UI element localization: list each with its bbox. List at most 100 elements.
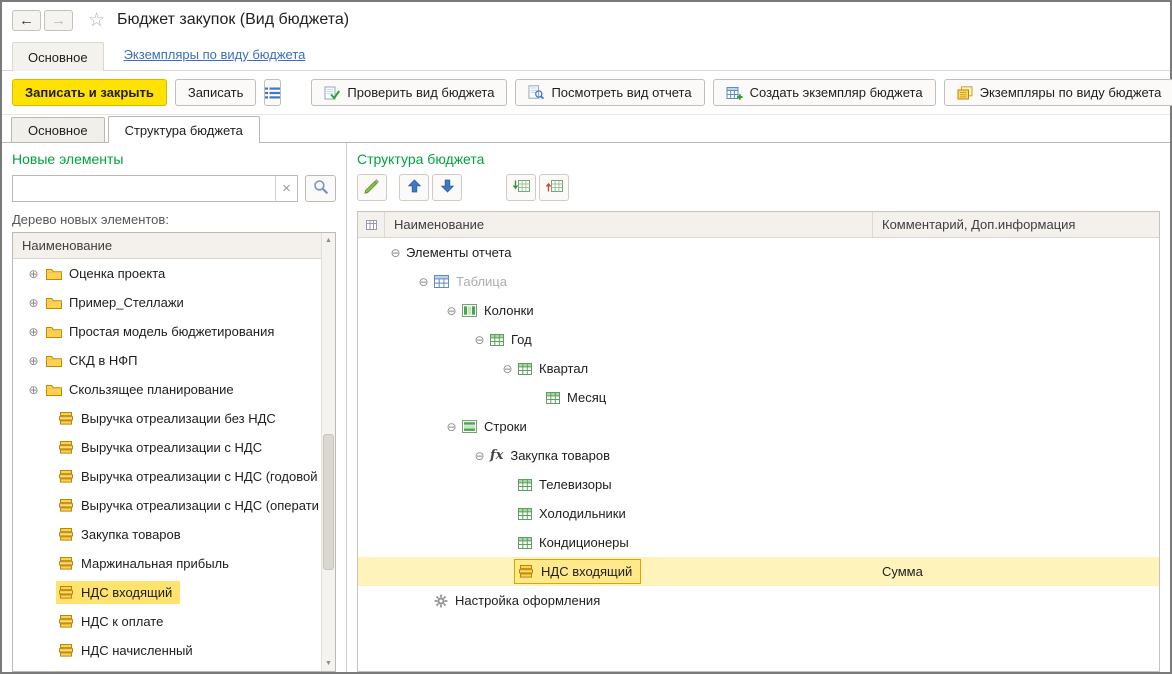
structure-row-label: Год xyxy=(511,332,532,347)
structure-row[interactable]: Месяц xyxy=(358,383,1159,412)
structure-row-label: Элементы отчета xyxy=(406,245,512,260)
element-icon xyxy=(58,470,74,483)
structure-table-header: Наименование Комментарий, Доп.информация xyxy=(358,212,1159,238)
scroll-thumb[interactable] xyxy=(323,434,334,571)
collapse-icon[interactable]: ⊖ xyxy=(472,449,487,463)
titlebar: ← → ☆ Бюджет закупок (Вид бюджета) xyxy=(2,2,1170,38)
create-instance-button[interactable]: Создать экземпляр бюджета xyxy=(712,79,936,106)
search-button[interactable] xyxy=(305,175,336,202)
move-down-button[interactable] xyxy=(432,174,462,201)
scroll-up-icon[interactable]: ▲ xyxy=(322,234,335,247)
structure-row[interactable]: ⊖ Квартал xyxy=(358,354,1159,383)
fx-icon: fx xyxy=(490,448,504,463)
collapse-all-button[interactable] xyxy=(539,174,569,201)
collapse-icon[interactable]: ⊖ xyxy=(444,304,459,318)
view-report-button[interactable]: Посмотреть вид отчета xyxy=(515,79,705,106)
page-tabs: Основное Структура бюджета xyxy=(2,115,1170,143)
collapse-icon[interactable]: ⊖ xyxy=(416,275,431,289)
scroll-down-icon[interactable]: ▼ xyxy=(322,657,335,670)
grid-icon xyxy=(518,536,532,549)
save-button[interactable]: Записать xyxy=(174,79,257,106)
structure-table-body: ⊖ Элементы отчета ⊖ Таблица ⊖ Колонки ⊖ Год ⊖ Ква… xyxy=(358,238,1159,671)
element-icon xyxy=(58,557,74,570)
structure-row[interactable]: ⊖ Элементы отчета xyxy=(358,238,1159,267)
instances-button[interactable]: Экземпляры по виду бюджета xyxy=(943,79,1172,106)
structure-row-comment: Сумма xyxy=(882,564,923,579)
check-budget-label: Проверить вид бюджета xyxy=(347,85,495,100)
magnifier-icon xyxy=(313,179,329,198)
structure-row[interactable]: Холодильники xyxy=(358,499,1159,528)
left-tree-item[interactable]: Закупка товаров xyxy=(13,520,321,549)
check-budget-button[interactable]: Проверить вид бюджета xyxy=(311,79,508,106)
nav-tab-main[interactable]: Основное xyxy=(12,42,104,71)
column-header-comment: Комментарий, Доп.информация xyxy=(882,217,1076,232)
left-tree-item[interactable]: ⊕ Пример_Стеллажи xyxy=(13,288,321,317)
check-budget-icon xyxy=(324,86,341,100)
tab-main[interactable]: Основное xyxy=(11,117,105,142)
collapse-all-icon xyxy=(545,179,563,196)
left-panel-title: Новые элементы xyxy=(12,151,124,167)
view-report-label: Посмотреть вид отчета xyxy=(551,85,692,100)
left-tree-item[interactable]: ⊕ Скользящее планирование xyxy=(13,375,321,404)
star-icon[interactable]: ☆ xyxy=(88,9,105,32)
left-tree-item[interactable]: ⊕ Оценка проекта xyxy=(13,259,321,288)
save-close-button[interactable]: Записать и закрыть xyxy=(12,79,167,106)
structure-row[interactable]: ⊖ Год xyxy=(358,325,1159,354)
left-tree-scrollbar[interactable]: ▲ ▼ xyxy=(321,233,335,671)
header-grid-icon xyxy=(358,212,385,237)
grid-icon xyxy=(518,507,532,520)
left-tree-item[interactable]: Выручка отреализации с НДС (годовой xyxy=(13,462,321,491)
edit-button[interactable] xyxy=(357,174,387,201)
structure-row[interactable]: ⊖ Строки xyxy=(358,412,1159,441)
expand-icon[interactable]: ⊕ xyxy=(26,383,41,397)
structure-row[interactable]: Настройка оформления xyxy=(358,586,1159,615)
tree-item-label: Пример_Стеллажи xyxy=(69,295,184,310)
rows-icon xyxy=(462,420,477,433)
left-tree-item[interactable]: НДС к оплате xyxy=(13,607,321,636)
collapse-icon[interactable]: ⊖ xyxy=(444,420,459,434)
expand-icon[interactable]: ⊕ xyxy=(26,325,41,339)
search-input[interactable] xyxy=(13,181,275,196)
structure-row-label: Холодильники xyxy=(539,506,626,521)
expand-all-button[interactable] xyxy=(506,174,536,201)
structure-row[interactable]: НДС входящий Сумма xyxy=(358,557,1159,586)
expand-icon[interactable]: ⊕ xyxy=(26,354,41,368)
structure-row[interactable]: ⊖ fx Закупка товаров xyxy=(358,441,1159,470)
structure-row-label: Квартал xyxy=(539,361,589,376)
move-up-button[interactable] xyxy=(399,174,429,201)
forward-button[interactable]: → xyxy=(44,9,73,31)
instances-link[interactable]: Экземпляры по виду бюджета xyxy=(124,47,306,62)
content-area: Новые элементы × Дерево новых элементов:… xyxy=(2,142,1170,672)
structure-row[interactable]: Телевизоры xyxy=(358,470,1159,499)
budget-structure-panel: Структура бюджета Наименование Комментар… xyxy=(347,143,1170,672)
collapse-icon[interactable]: ⊖ xyxy=(472,333,487,347)
arrow-down-icon xyxy=(440,179,454,196)
structure-row[interactable]: ⊖ Таблица xyxy=(358,267,1159,296)
left-tree-item[interactable]: Выручка отреализации с НДС xyxy=(13,433,321,462)
expand-icon[interactable]: ⊕ xyxy=(26,267,41,281)
left-tree-item[interactable]: Выручка отреализации с НДС (операти xyxy=(13,491,321,520)
left-tree-item[interactable]: Маржинальная прибыль xyxy=(13,549,321,578)
clear-icon[interactable]: × xyxy=(275,176,297,201)
left-tree-item[interactable]: НДС начисленный xyxy=(13,636,321,665)
left-tree-item[interactable]: ⊕ Простая модель бюджетирования xyxy=(13,317,321,346)
tab-budget-structure[interactable]: Структура бюджета xyxy=(107,116,260,143)
structure-row[interactable]: ⊖ Колонки xyxy=(358,296,1159,325)
navigation-row: Основное Экземпляры по виду бюджета xyxy=(2,38,1170,71)
left-tree-item[interactable]: Выручка отреализации без НДС xyxy=(13,404,321,433)
back-button[interactable]: ← xyxy=(12,9,41,31)
structure-row-label: Кондиционеры xyxy=(539,535,629,550)
column-header-name: Наименование xyxy=(385,212,873,237)
left-tree-body: ⊕ Оценка проекта ⊕ Пример_Стеллажи ⊕ Простая … xyxy=(13,259,321,671)
expand-icon[interactable]: ⊕ xyxy=(26,296,41,310)
selected-cell[interactable]: НДС входящий xyxy=(514,559,642,584)
collapse-icon[interactable]: ⊖ xyxy=(500,362,515,376)
left-tree-item[interactable]: НДС входящий xyxy=(13,578,321,607)
structure-row[interactable]: Кондиционеры xyxy=(358,528,1159,557)
collapse-icon[interactable]: ⊖ xyxy=(388,246,403,260)
list-button[interactable] xyxy=(264,79,282,106)
tree-item-label: Выручка отреализации с НДС xyxy=(81,440,263,455)
structure-row-label: Телевизоры xyxy=(539,477,612,492)
left-tree-item[interactable]: ⊕ СКД в НФП xyxy=(13,346,321,375)
folder-icon xyxy=(46,296,62,309)
